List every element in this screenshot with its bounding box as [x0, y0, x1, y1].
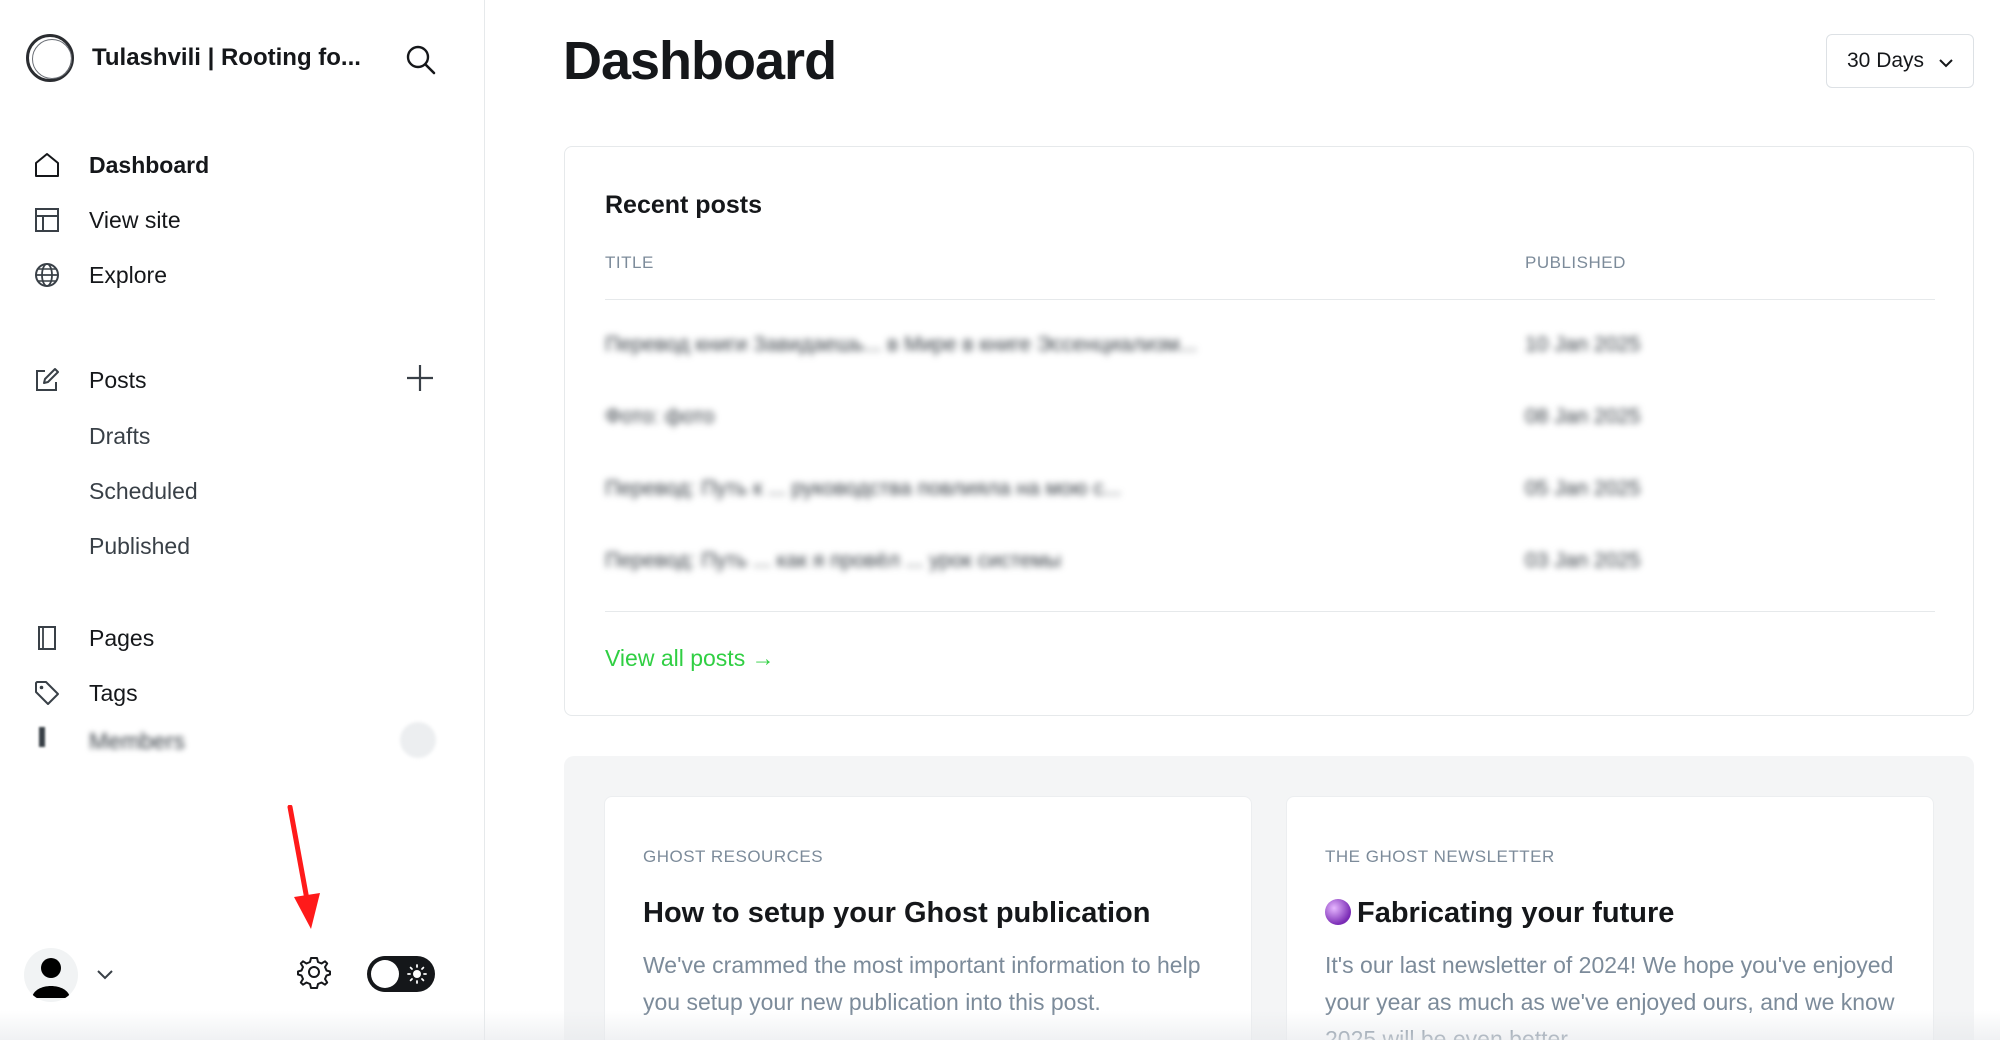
column-header-title: TITLE — [605, 253, 654, 272]
resource-body: It's our last newsletter of 2024! We hop… — [1325, 952, 1895, 1040]
recent-posts-card: Recent posts TITLE PUBLISHED Перевод кни… — [564, 146, 1974, 716]
site-header: Tulashvili | Rooting fo... — [26, 34, 446, 86]
sidebar-item-tags[interactable]: Tags — [30, 673, 450, 713]
sidebar-item-published[interactable]: Published — [89, 528, 190, 564]
ghost-admin: Tulashvili | Rooting fo... Dashboard Vie… — [0, 0, 2000, 1040]
chevron-down-icon — [1937, 54, 1955, 77]
date-range-value: 30 Days — [1847, 49, 1925, 72]
edit-icon — [30, 363, 64, 397]
globe-icon — [30, 258, 64, 292]
resource-kicker: GHOST RESOURCES — [643, 847, 824, 866]
sidebar-item-label: Members — [89, 728, 185, 754]
view-all-posts-link[interactable]: View all posts → — [605, 645, 775, 672]
layout-icon — [30, 203, 64, 237]
sidebar-item-label: View site — [89, 206, 181, 233]
resource-title-wrap: Fabricating your future — [1325, 897, 1674, 930]
table-row[interactable]: Перевод книги Завидаешь... в Мире в книг… — [605, 317, 1935, 377]
table-row[interactable]: Фото: фото 08 Jan 2025 — [605, 389, 1935, 449]
table-row[interactable]: Перевод: Путь к ... руководства повлияла… — [605, 461, 1935, 521]
post-title: Перевод: Путь к ... руководства повлияла… — [605, 477, 1122, 500]
sidebar-item-label: Explore — [89, 261, 167, 288]
home-icon — [30, 148, 64, 182]
sun-icon — [407, 964, 427, 989]
recent-posts-title: Recent posts — [605, 191, 762, 219]
sidebar-item-label: Dashboard — [89, 151, 210, 178]
resources-section: GHOST RESOURCES How to setup your Ghost … — [564, 756, 1974, 1040]
post-title: Фото: фото — [605, 405, 715, 428]
resource-card[interactable]: GHOST RESOURCES How to setup your Ghost … — [604, 796, 1252, 1040]
members-badge — [400, 722, 436, 758]
post-title: Перевод: Путь ... как я провёл ... урок … — [605, 549, 1062, 572]
annotation-arrow — [287, 805, 320, 929]
post-title: Перевод книги Завидаешь... в Мире в книг… — [605, 333, 1198, 356]
sidebar-item-posts[interactable]: Posts — [30, 360, 390, 400]
sidebar-item-members[interactable]: Members — [30, 722, 450, 758]
post-date: 05 Jan 2025 — [1525, 477, 1641, 500]
sidebar-item-label: Posts — [89, 366, 147, 393]
user-menu[interactable] — [24, 948, 124, 1004]
sidebar-item-scheduled[interactable]: Scheduled — [89, 473, 198, 509]
page-icon — [30, 621, 64, 655]
sidebar-item-view-site[interactable]: View site — [30, 200, 450, 240]
sidebar-item-label: Tags — [89, 679, 138, 706]
sidebar-item-drafts[interactable]: Drafts — [89, 418, 150, 454]
newsletter-card[interactable]: THE GHOST NEWSLETTER Fabricating your fu… — [1286, 796, 1934, 1040]
divider — [605, 611, 1935, 612]
sidebar-item-explore[interactable]: Explore — [30, 255, 450, 295]
sidebar-item-dashboard[interactable]: Dashboard — [30, 145, 450, 185]
sidebar-item-pages[interactable]: Pages — [30, 618, 450, 658]
post-date: 03 Jan 2025 — [1525, 549, 1641, 572]
site-title[interactable]: Tulashvili | Rooting fo... — [92, 44, 402, 72]
gear-icon[interactable] — [294, 952, 334, 992]
sidebar: Tulashvili | Rooting fo... Dashboard Vie… — [0, 0, 485, 1040]
members-icon — [39, 727, 45, 747]
theme-toggle[interactable] — [367, 956, 435, 992]
site-logo[interactable] — [26, 34, 74, 82]
chevron-down-icon — [94, 964, 116, 991]
page-title: Dashboard — [563, 31, 837, 91]
tag-icon — [30, 676, 64, 710]
post-date: 10 Jan 2025 — [1525, 333, 1641, 356]
sidebar-item-label: Pages — [89, 624, 155, 651]
resource-kicker: THE GHOST NEWSLETTER — [1325, 847, 1555, 866]
search-icon[interactable] — [401, 40, 441, 80]
date-range-select[interactable]: 30 Days — [1826, 34, 1974, 88]
crystal-ball-icon — [1325, 899, 1351, 925]
plus-icon[interactable] — [402, 360, 438, 396]
avatar — [24, 948, 78, 1002]
toggle-knob — [371, 960, 399, 988]
resource-title: Fabricating your future — [1357, 897, 1675, 929]
column-header-published: PUBLISHED — [1525, 253, 1626, 272]
table-row[interactable]: Перевод: Путь ... как я провёл ... урок … — [605, 533, 1935, 593]
divider — [605, 299, 1935, 300]
post-date: 08 Jan 2025 — [1525, 405, 1641, 428]
resource-body: We've crammed the most important informa… — [643, 952, 1201, 1015]
resource-title: How to setup your Ghost publication — [643, 897, 1151, 929]
